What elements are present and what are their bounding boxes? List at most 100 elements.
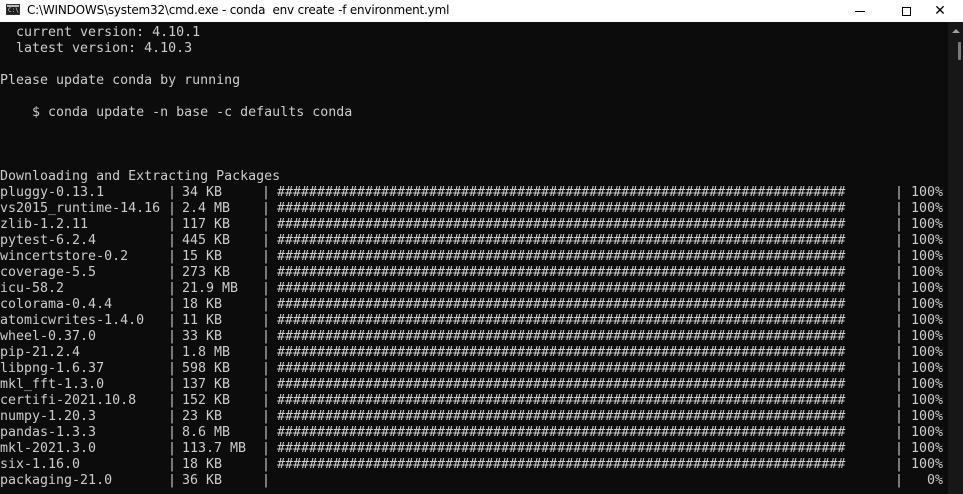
package-size: 15 KB — [182, 249, 223, 264]
window-title: C:\WINDOWS\system32\cmd.exe - conda env … — [27, 3, 450, 17]
console-line: current version: 4.10.1 — [0, 25, 201, 40]
console-output[interactable]: current version: 4.10.1 latest version: … — [0, 22, 948, 494]
vertical-scrollbar[interactable] — [948, 22, 963, 494]
progress-bar: ########################################… — [277, 297, 846, 312]
package-name: coverage-5.5 — [0, 265, 97, 280]
package-size: 273 KB — [182, 265, 231, 280]
package-name: libpng-1.6.37 — [0, 361, 105, 376]
column-separator: | — [168, 201, 177, 216]
package-row: mkl-2021.3.0 | 113.7 MB | ##################… — [0, 441, 943, 457]
progress-percent: 100% — [910, 377, 943, 392]
package-name: numpy-1.20.3 — [0, 409, 97, 424]
column-separator: | — [168, 345, 177, 360]
progress-percent: 100% — [910, 409, 943, 424]
scroll-thumb[interactable] — [958, 42, 961, 60]
progress-bar: ########################################… — [277, 249, 846, 264]
package-name: pandas-1.3.3 — [0, 425, 97, 440]
column-separator: | — [168, 377, 177, 392]
package-name: icu-58.2 — [0, 281, 65, 296]
cmd-icon[interactable]: C:\ — [6, 4, 20, 15]
column-separator: | — [262, 201, 271, 216]
package-size: 598 KB — [182, 361, 231, 376]
package-size: 117 KB — [182, 217, 231, 232]
progress-percent: 100% — [910, 329, 943, 344]
progress-percent: 100% — [910, 233, 943, 248]
package-row: numpy-1.20.3 | 23 KB | #####################… — [0, 409, 943, 425]
package-name: atomicwrites-1.4.0 — [0, 313, 145, 328]
progress-percent: 100% — [910, 425, 943, 440]
package-row: six-1.16.0 | 18 KB | #######################… — [0, 457, 943, 473]
column-separator: | — [262, 361, 271, 376]
column-separator: | — [168, 185, 177, 200]
scroll-up-icon[interactable] — [948, 26, 963, 36]
package-name: pluggy-0.13.1 — [0, 185, 105, 200]
package-row: certifi-2021.10.8 | 152 KB | ###############… — [0, 393, 943, 409]
column-separator: | — [168, 393, 177, 408]
progress-bar: ########################################… — [277, 457, 846, 472]
package-row: wincertstore-0.2 | 15 KB | #################… — [0, 249, 943, 265]
package-size: 18 KB — [182, 457, 223, 472]
column-separator: | — [168, 441, 177, 456]
progress-bar: ########################################… — [277, 329, 846, 344]
column-separator: | — [262, 441, 271, 456]
package-size: 113.7 MB — [182, 441, 247, 456]
progress-percent: 100% — [910, 185, 943, 200]
column-separator: | — [168, 217, 177, 232]
package-row: pytest-6.2.4 | 445 KB | ####################… — [0, 233, 943, 249]
progress-bar: ########################################… — [277, 217, 846, 232]
package-name: mkl-2021.3.0 — [0, 441, 97, 456]
progress-bar: ########################################… — [277, 233, 846, 248]
console-line: Downloading and Extracting Packages — [0, 169, 281, 184]
package-size: 8.6 MB — [182, 425, 231, 440]
package-row: zlib-1.2.11 | 117 KB | #####################… — [0, 217, 943, 233]
progress-bar: ########################################… — [277, 361, 846, 376]
package-name: six-1.16.0 — [0, 457, 81, 472]
package-row: libpng-1.6.37 | 598 KB | ###################… — [0, 361, 943, 377]
package-row: pip-21.2.4 | 1.8 MB | ######################… — [0, 345, 943, 361]
minimize-button[interactable] — [837, 0, 883, 22]
package-name: certifi-2021.10.8 — [0, 393, 137, 408]
column-separator: | — [168, 361, 177, 376]
package-row: pluggy-0.13.1 | 34 KB | ####################… — [0, 185, 943, 201]
progress-percent: 100% — [910, 313, 943, 328]
progress-percent: 100% — [910, 281, 943, 296]
package-size: 21.9 MB — [182, 281, 239, 296]
package-size: 23 KB — [182, 409, 223, 424]
package-size: 137 KB — [182, 377, 231, 392]
package-row: colorama-0.4.4 | 18 KB | ###################… — [0, 297, 943, 313]
cmd-window: C:\ C:\WINDOWS\system32\cmd.exe - conda … — [0, 0, 963, 494]
progress-percent: 100% — [910, 441, 943, 456]
package-size: 2.4 MB — [182, 201, 231, 216]
progress-bar: ########################################… — [277, 393, 846, 408]
console-line: Please update conda by running — [0, 73, 241, 88]
column-separator: | — [168, 409, 177, 424]
package-row: packaging-21.0 | 36 KB | | 0% — [0, 473, 943, 489]
progress-percent: 0% — [926, 473, 943, 488]
package-row: icu-58.2 | 21.9 MB | #######################… — [0, 281, 943, 297]
package-name: pip-21.2.4 — [0, 345, 81, 360]
package-name: packaging-21.0 — [0, 473, 113, 488]
column-separator: | — [168, 457, 177, 472]
progress-bar: ########################################… — [277, 345, 846, 360]
package-row: wheel-0.37.0 | 33 KB | #####################… — [0, 329, 943, 345]
column-separator: | — [168, 425, 177, 440]
progress-bar: ########################################… — [277, 409, 846, 424]
package-name: wheel-0.37.0 — [0, 329, 97, 344]
title-bar[interactable]: C:\ C:\WINDOWS\system32\cmd.exe - conda … — [0, 0, 963, 22]
package-row: pandas-1.3.3 | 8.6 MB | ####################… — [0, 425, 943, 441]
package-name: zlib-1.2.11 — [0, 217, 89, 232]
package-name: vs2015_runtime-14.16 — [0, 201, 161, 216]
package-size: 36 KB — [182, 473, 223, 488]
minimize-icon — [855, 10, 865, 12]
package-size: 445 KB — [182, 233, 231, 248]
column-separator: | — [262, 297, 271, 312]
column-separator: | — [262, 329, 271, 344]
column-separator: | — [262, 265, 271, 280]
close-icon: ✕ — [934, 3, 946, 19]
column-separator: | — [168, 249, 177, 264]
package-row: mkl_fft-1.3.0 | 137 KB | ###################… — [0, 377, 943, 393]
column-separator: | — [262, 217, 271, 232]
package-size: 18 KB — [182, 297, 223, 312]
progress-percent: 100% — [910, 345, 943, 360]
close-button[interactable]: ✕ — [917, 0, 963, 22]
